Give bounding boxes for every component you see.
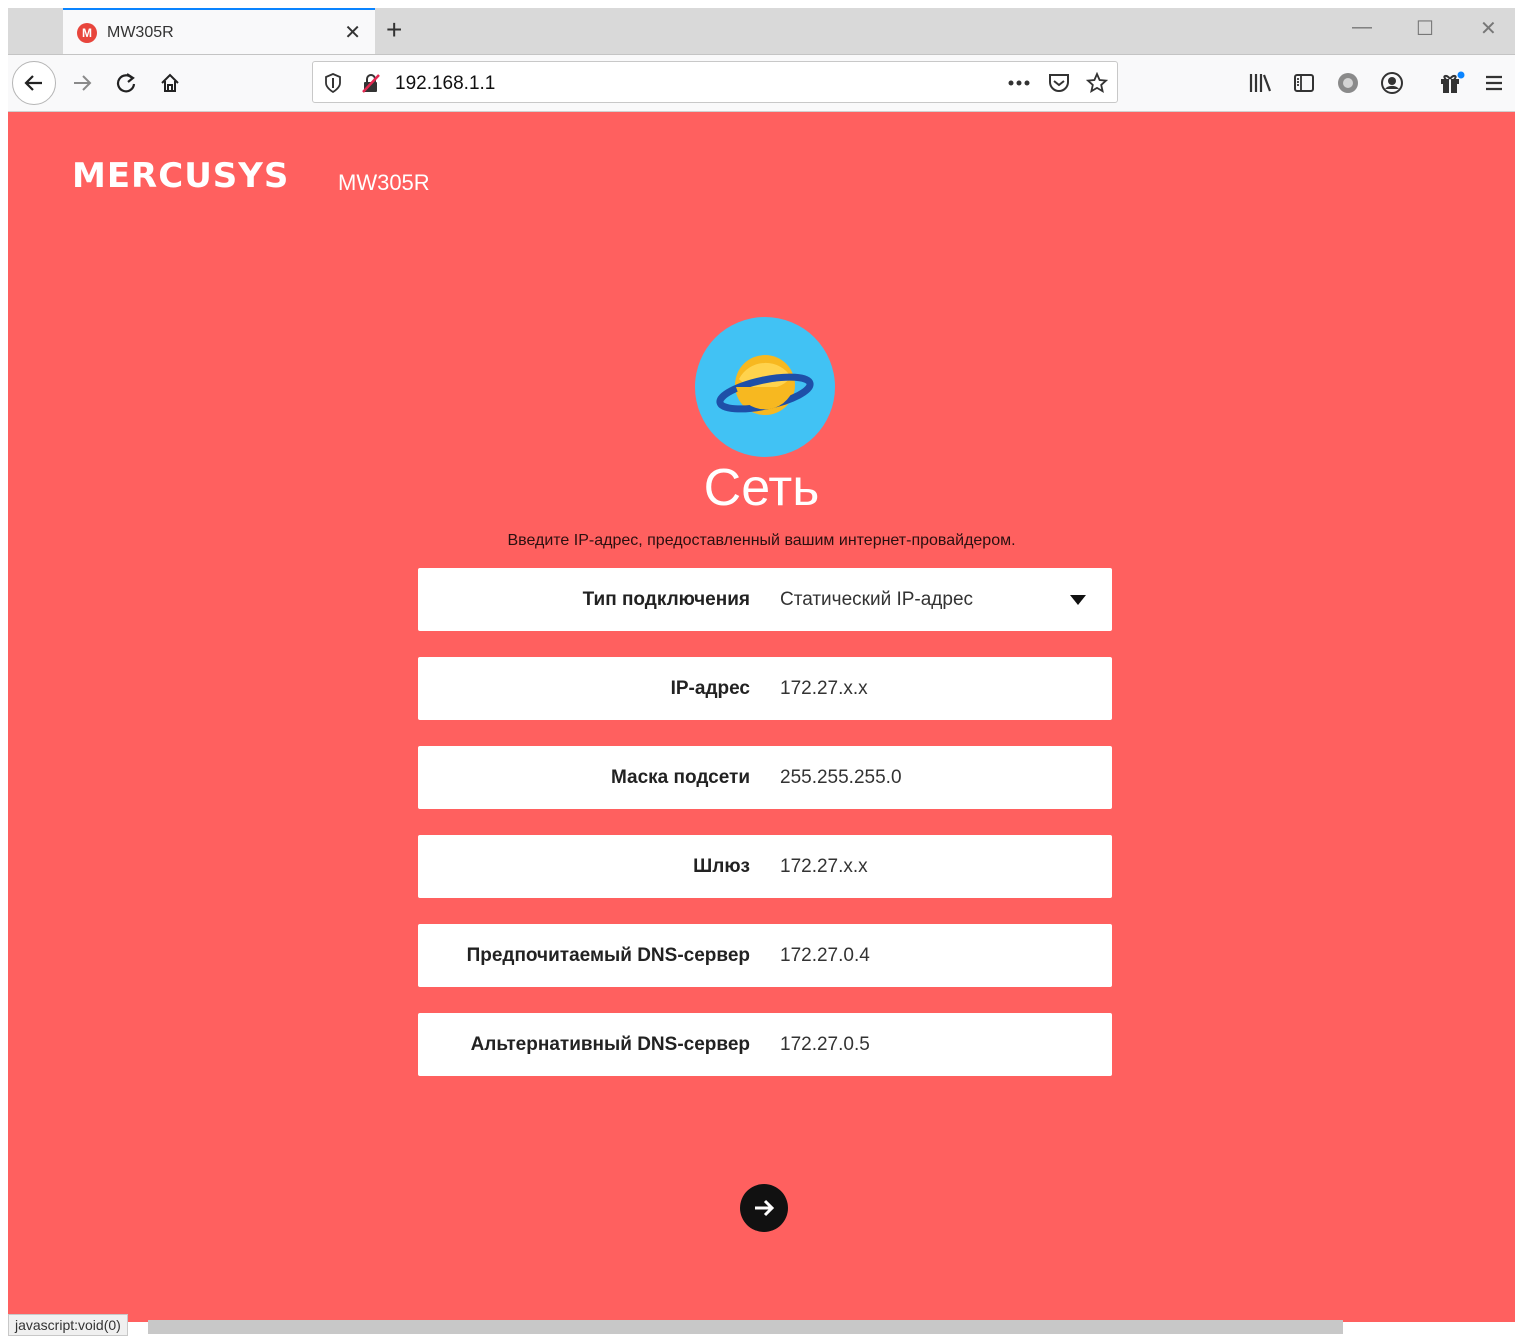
tab-bar: M MW305R ✕ + — ☐ ✕ bbox=[8, 8, 1515, 55]
library-icon[interactable] bbox=[1246, 69, 1274, 97]
ip-address-label: IP-адрес bbox=[670, 678, 750, 699]
hamburger-shape bbox=[1486, 75, 1502, 91]
primary-dns-label: Предпочитаемый DNS-сервер bbox=[466, 945, 750, 966]
extension-shape bbox=[1338, 73, 1358, 93]
minimize-icon[interactable]: — bbox=[1352, 16, 1372, 39]
window-close-icon[interactable]: ✕ bbox=[1480, 16, 1497, 41]
ip-address-input[interactable]: 172.27.x.x bbox=[780, 678, 868, 700]
secondary-dns-input[interactable]: 172.27.0.5 bbox=[780, 1034, 870, 1056]
insecure-connection-icon[interactable] bbox=[359, 71, 383, 95]
maximize-icon[interactable]: ☐ bbox=[1416, 16, 1434, 41]
connection-type-value[interactable]: Статический IP-адрес bbox=[780, 589, 973, 611]
sidebar-icon[interactable] bbox=[1290, 69, 1318, 97]
account-shape bbox=[1381, 72, 1403, 94]
primary-dns-input[interactable]: 172.27.0.4 bbox=[780, 945, 870, 967]
home-icon bbox=[161, 73, 179, 92]
gateway-label: Шлюз bbox=[693, 856, 750, 877]
secondary-dns-label: Альтернативный DNS-сервер bbox=[470, 1034, 750, 1055]
dropdown-caret-icon[interactable] bbox=[1070, 595, 1086, 605]
bookmark-star-icon[interactable] bbox=[1085, 71, 1109, 95]
browser-tab[interactable]: M MW305R ✕ bbox=[63, 8, 375, 54]
insecure-lock-shape bbox=[362, 74, 380, 93]
star-shape bbox=[1086, 72, 1108, 94]
page-actions-icon[interactable] bbox=[1007, 71, 1031, 95]
library-shape bbox=[1249, 74, 1272, 92]
next-button[interactable] bbox=[740, 1184, 788, 1232]
browser-window: M MW305R ✕ + — ☐ ✕ 192.168.1.1 MERCUSYS … bbox=[8, 8, 1515, 1336]
shield-shape bbox=[325, 73, 341, 93]
connection-type-select[interactable]: Тип подключения Статический IP-адрес bbox=[418, 568, 1112, 631]
secondary-dns-field[interactable]: Альтернативный DNS-сервер 172.27.0.5 bbox=[418, 1013, 1112, 1076]
arrow-right-icon bbox=[755, 1199, 775, 1217]
subnet-mask-label: Маска подсети bbox=[610, 767, 750, 788]
sidebar-shape bbox=[1294, 74, 1314, 92]
dots-shape bbox=[1008, 80, 1030, 86]
router-page: MERCUSYS MW305R Сеть Введите IP-адрес, п… bbox=[8, 112, 1515, 1322]
navigation-toolbar: 192.168.1.1 bbox=[8, 55, 1515, 112]
page-title: Сеть bbox=[703, 459, 820, 517]
shield-icon[interactable] bbox=[321, 71, 345, 95]
ip-address-field[interactable]: IP-адрес 172.27.x.x bbox=[418, 657, 1112, 720]
planet-icon bbox=[695, 317, 835, 457]
back-button[interactable] bbox=[12, 61, 56, 105]
forward-button[interactable] bbox=[68, 69, 96, 97]
forward-arrow-icon bbox=[74, 75, 92, 91]
status-bar: javascript:void(0) bbox=[8, 1314, 128, 1336]
tab-title: MW305R bbox=[107, 24, 174, 41]
pocket-icon[interactable] bbox=[1047, 71, 1071, 95]
account-icon[interactable] bbox=[1378, 69, 1406, 97]
model-name: MW305R bbox=[338, 170, 430, 195]
primary-dns-field[interactable]: Предпочитаемый DNS-сервер 172.27.0.4 bbox=[418, 924, 1112, 987]
subnet-mask-field[interactable]: Маска подсети 255.255.255.0 bbox=[418, 746, 1112, 809]
url-text[interactable]: 192.168.1.1 bbox=[395, 73, 495, 95]
reload-button[interactable] bbox=[112, 69, 140, 97]
page-subtitle: Введите IP-адрес, предоставленный вашим … bbox=[507, 532, 1016, 549]
pocket-shape bbox=[1049, 74, 1069, 92]
favicon-icon: M bbox=[77, 23, 97, 43]
new-tab-icon[interactable]: + bbox=[386, 14, 402, 46]
back-arrow-icon bbox=[24, 75, 42, 91]
brand-logo: MERCUSYS bbox=[72, 156, 290, 196]
menu-icon[interactable] bbox=[1480, 69, 1508, 97]
subnet-mask-input[interactable]: 255.255.255.0 bbox=[780, 767, 902, 789]
reload-icon bbox=[116, 73, 136, 93]
horizontal-scrollbar[interactable] bbox=[148, 1320, 1343, 1334]
gift-icon[interactable] bbox=[1438, 69, 1466, 97]
extension-icon[interactable] bbox=[1334, 69, 1362, 97]
home-button[interactable] bbox=[156, 69, 184, 97]
close-tab-icon[interactable]: ✕ bbox=[344, 20, 361, 45]
gateway-field[interactable]: Шлюз 172.27.x.x bbox=[418, 835, 1112, 898]
address-bar[interactable]: 192.168.1.1 bbox=[312, 61, 1118, 103]
gateway-input[interactable]: 172.27.x.x bbox=[780, 856, 868, 878]
connection-type-label: Тип подключения bbox=[582, 589, 750, 610]
gift-shape bbox=[1441, 71, 1465, 93]
